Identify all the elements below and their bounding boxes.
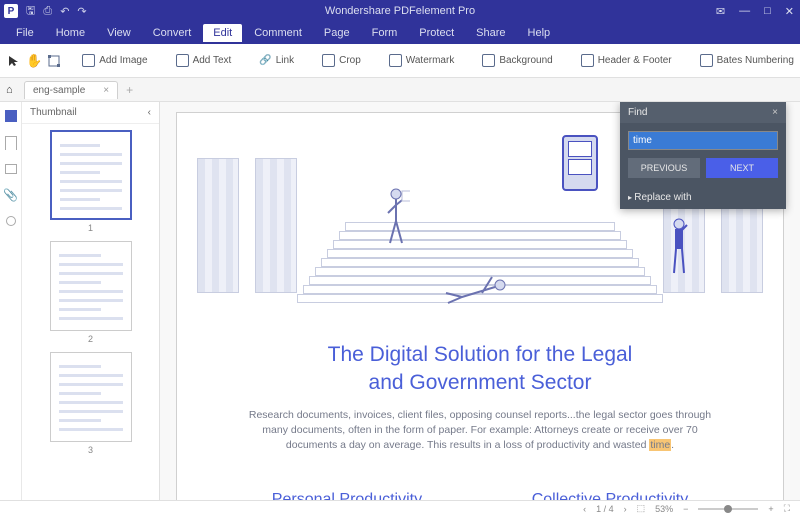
server-icon [562, 135, 598, 191]
background-icon [482, 54, 495, 67]
thumbnail-panel: Thumbnail ‹ 1 2 3 [22, 102, 160, 500]
menu-help[interactable]: Help [518, 24, 561, 42]
undo-icon[interactable]: ↶ [60, 5, 69, 18]
menu-file[interactable]: File [6, 24, 44, 42]
document-paragraph: Research documents, invoices, client fil… [247, 408, 713, 454]
attachment-panel-icon[interactable]: 📎 [3, 188, 18, 202]
thumbnail-header: Thumbnail [30, 107, 77, 118]
menu-form[interactable]: Form [362, 24, 408, 42]
find-input[interactable] [628, 131, 778, 150]
search-highlight: time [649, 439, 671, 451]
crop-icon [322, 54, 335, 67]
menu-comment[interactable]: Comment [244, 24, 312, 42]
menu-home[interactable]: Home [46, 24, 95, 42]
thumbnail-label: 1 [88, 223, 93, 233]
menu-edit[interactable]: Edit [203, 24, 242, 42]
replace-with-toggle[interactable]: Replace with [620, 186, 786, 209]
collapse-panel-icon[interactable]: ‹ [148, 107, 151, 118]
redo-icon[interactable]: ↷ [77, 5, 86, 18]
minimize-icon[interactable]: — [739, 5, 750, 17]
prev-page-icon[interactable]: ‹ [583, 504, 586, 514]
crop-button[interactable]: Crop [316, 51, 367, 70]
header-footer-button[interactable]: Header & Footer [575, 51, 678, 70]
menu-page[interactable]: Page [314, 24, 360, 42]
find-title: Find [628, 107, 647, 118]
title-bar: P 🖫 ⎙ ↶ ↷ Wondershare PDFelement Pro ✉ —… [0, 0, 800, 22]
home-icon[interactable]: ⌂ [6, 84, 13, 96]
menu-view[interactable]: View [97, 24, 141, 42]
person-walking-icon [382, 187, 410, 245]
person-lying-icon [442, 275, 512, 305]
document-tab-bar: ⌂ eng-sample × + [0, 78, 800, 102]
thumbnail-page-2[interactable]: 2 [22, 241, 159, 344]
bates-icon [700, 54, 713, 67]
header-footer-icon [581, 54, 594, 67]
menu-convert[interactable]: Convert [143, 24, 202, 42]
zoom-slider[interactable] [698, 508, 758, 510]
bookmark-panel-icon[interactable] [5, 136, 17, 150]
watermark-button[interactable]: Watermark [383, 51, 461, 70]
new-tab-button[interactable]: + [120, 83, 139, 97]
thumbnail-page-3[interactable]: 3 [22, 352, 159, 455]
thumbnail-label: 2 [88, 334, 93, 344]
zoom-in-icon[interactable]: + [768, 504, 773, 514]
app-logo: P [4, 4, 18, 18]
subheading-right: Collective Productivity [532, 491, 689, 500]
mail-icon[interactable]: ✉ [716, 5, 725, 18]
subheading-left: Personal Productivity [272, 491, 422, 500]
close-icon[interactable]: ✕ [785, 5, 794, 18]
find-panel: Find × PREVIOUS NEXT Replace with [620, 102, 786, 209]
find-next-button[interactable]: NEXT [706, 158, 778, 178]
close-tab-icon[interactable]: × [103, 85, 109, 96]
save-icon[interactable]: 🖫 [26, 2, 35, 21]
print-icon[interactable]: ⎙ [43, 5, 52, 18]
search-panel-icon[interactable] [6, 216, 16, 226]
link-icon: 🔗 [259, 55, 271, 66]
thumbnail-panel-icon[interactable] [5, 110, 17, 122]
menu-share[interactable]: Share [466, 24, 515, 42]
image-icon [82, 54, 95, 67]
add-image-button[interactable]: Add Image [76, 51, 153, 70]
select-tool-icon[interactable] [8, 55, 20, 67]
find-previous-button[interactable]: PREVIOUS [628, 158, 700, 178]
thumbnail-page-1[interactable]: 1 [22, 130, 159, 233]
edit-object-icon[interactable] [48, 55, 60, 67]
watermark-icon [389, 54, 402, 67]
fit-width-icon[interactable]: ⬚ [637, 503, 646, 514]
bates-numbering-button[interactable]: Bates Numbering [694, 51, 800, 70]
comment-panel-icon[interactable] [5, 164, 17, 174]
app-title: Wondershare PDFelement Pro [325, 5, 475, 17]
document-title: The Digital Solution for the Legal and G… [217, 341, 743, 398]
zoom-value: 53% [655, 504, 673, 514]
edit-toolbar: ✋ Add Image Add Text 🔗Link Crop Watermar… [0, 44, 800, 78]
document-tab[interactable]: eng-sample × [24, 81, 118, 99]
text-icon [176, 54, 189, 67]
find-close-icon[interactable]: × [772, 107, 778, 118]
status-bar: ‹ 1 / 4 › ⬚ 53% − + ⛶ [0, 500, 800, 516]
fullscreen-icon[interactable]: ⛶ [784, 503, 790, 514]
add-text-button[interactable]: Add Text [170, 51, 238, 70]
person-standing-icon [665, 217, 693, 275]
link-button[interactable]: 🔗Link [253, 52, 300, 69]
zoom-out-icon[interactable]: − [683, 504, 688, 514]
thumbnail-label: 3 [88, 445, 93, 455]
menu-protect[interactable]: Protect [409, 24, 464, 42]
document-view[interactable]: The Digital Solution for the Legal and G… [160, 102, 800, 500]
hand-tool-icon[interactable]: ✋ [26, 53, 42, 69]
menu-bar: FileHomeViewConvertEditCommentPageFormPr… [0, 22, 800, 44]
side-rail: 📎 [0, 102, 22, 500]
maximize-icon[interactable]: □ [764, 5, 771, 17]
background-button[interactable]: Background [476, 51, 558, 70]
page-indicator: 1 / 4 [596, 504, 614, 514]
next-page-icon[interactable]: › [624, 504, 627, 514]
